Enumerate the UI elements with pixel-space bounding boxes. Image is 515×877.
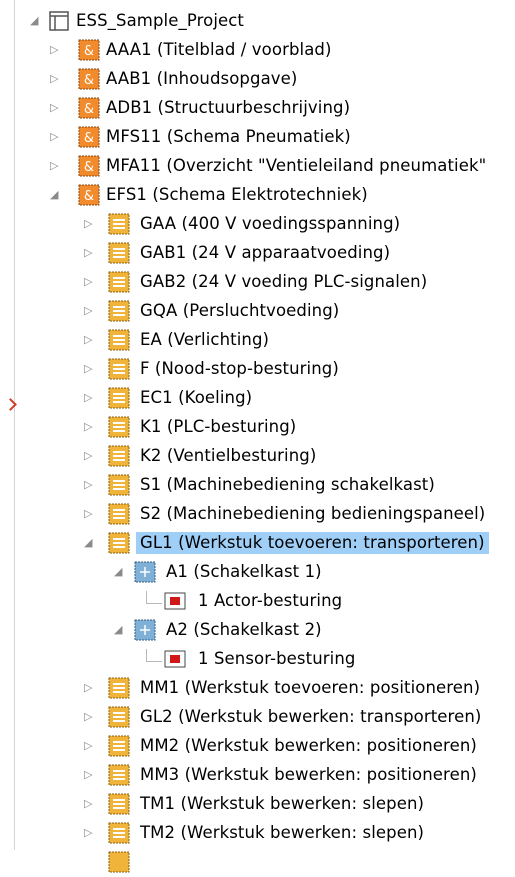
- expand-arrow-icon[interactable]: ▷: [84, 827, 94, 839]
- function-icon: [108, 532, 130, 554]
- function-icon: [108, 416, 130, 438]
- svg-text:&: &: [84, 189, 94, 204]
- tree-item-label: ADB1 (Structuurbeschrijving): [106, 98, 351, 117]
- expand-arrow-icon[interactable]: ▷: [84, 508, 94, 520]
- function-icon: [108, 793, 130, 815]
- expand-arrow-icon[interactable]: ▷: [84, 392, 94, 404]
- tree-item-label: 1 Sensor-besturing: [198, 649, 356, 668]
- tree-item-label: EFS1 (Schema Elektrotechniek): [106, 185, 368, 204]
- project-icon: [49, 11, 69, 31]
- collapse-arrow-icon[interactable]: ◢: [114, 624, 124, 636]
- function-icon: [108, 822, 130, 844]
- expand-arrow-icon[interactable]: ▷: [84, 276, 94, 288]
- function-icon: [108, 242, 130, 264]
- tree-item-label: K2 (Ventielbesturing): [140, 446, 317, 465]
- svg-text:&: &: [84, 73, 94, 88]
- page-icon: &: [78, 39, 100, 61]
- collapse-arrow-icon[interactable]: ◢: [30, 15, 40, 27]
- expand-arrow-icon[interactable]: ▷: [50, 73, 60, 85]
- expand-arrow-icon[interactable]: ▷: [84, 479, 94, 491]
- tree-item-label: AAB1 (Inhoudsopgave): [106, 69, 298, 88]
- tree-item-label: MM2 (Werkstuk bewerken: positioneren): [140, 736, 477, 755]
- tree-item-label: GL1 (Werkstuk toevoeren: transporteren): [136, 532, 489, 554]
- page-icon: &: [78, 184, 100, 206]
- function-icon: [108, 387, 130, 409]
- function-icon: [108, 735, 130, 757]
- page-icon: &: [78, 68, 100, 90]
- function-icon: [108, 445, 130, 467]
- tree-item-label: MM3 (Werkstuk bewerken: positioneren): [140, 765, 477, 784]
- page-icon: &: [78, 155, 100, 177]
- tree-item-label: GAB2 (24 V voeding PLC-signalen): [140, 272, 428, 291]
- tree-item-label: GQA (Persluchtvoeding): [140, 301, 340, 320]
- cabinet-icon: [134, 619, 156, 641]
- expand-arrow-icon[interactable]: ▷: [84, 334, 94, 346]
- expand-arrow-icon[interactable]: ▷: [84, 682, 94, 694]
- expand-arrow-icon[interactable]: ▷: [84, 218, 94, 230]
- tree-item-label: TM1 (Werkstuk bewerken: slepen): [140, 794, 425, 813]
- function-icon: [108, 851, 130, 873]
- expand-arrow-icon[interactable]: ▷: [84, 421, 94, 433]
- svg-text:&: &: [84, 44, 94, 59]
- tree-connector: [146, 603, 162, 604]
- tree-item-label: TM2 (Werkstuk bewerken: slepen): [140, 823, 425, 842]
- cabinet-icon: [134, 561, 156, 583]
- svg-text:&: &: [84, 102, 94, 117]
- function-icon: [108, 213, 130, 235]
- tree-item-label: MFS11 (Schema Pneumatiek): [106, 127, 351, 146]
- function-icon: [108, 329, 130, 351]
- expand-arrow-icon[interactable]: ▷: [84, 798, 94, 810]
- device-icon: [164, 592, 186, 610]
- expand-arrow-icon[interactable]: ▷: [84, 305, 94, 317]
- expand-arrow-icon[interactable]: ▷: [84, 769, 94, 781]
- tree-item-label: A2 (Schakelkast 2): [166, 620, 322, 639]
- expand-arrow-icon[interactable]: ▷: [84, 363, 94, 375]
- function-icon: [108, 271, 130, 293]
- expand-arrow-icon[interactable]: ▷: [84, 711, 94, 723]
- expand-arrow-icon[interactable]: ▷: [50, 102, 60, 114]
- svg-text:&: &: [84, 160, 94, 175]
- left-gutter: [0, 0, 15, 850]
- tree-connector: [146, 661, 162, 662]
- function-icon: [108, 474, 130, 496]
- function-icon: [108, 677, 130, 699]
- expand-arrow-icon[interactable]: ▷: [84, 740, 94, 752]
- expand-arrow-icon[interactable]: ▷: [50, 131, 60, 143]
- tree-item-label: F (Nood-stop-besturing): [140, 359, 339, 378]
- tree-item-label: A1 (Schakelkast 1): [166, 562, 322, 581]
- tree-item-label: EC1 (Koeling): [140, 388, 253, 407]
- expand-arrow-icon[interactable]: ▷: [84, 450, 94, 462]
- tree-item-label: MFA11 (Overzicht "Ventieleiland pneumati…: [106, 156, 487, 175]
- expand-arrow-icon[interactable]: ▷: [50, 44, 60, 56]
- function-icon: [108, 764, 130, 786]
- tree-item-label: S2 (Machinebediening bedieningspaneel): [140, 504, 486, 523]
- function-icon: [108, 358, 130, 380]
- expand-arrow-icon[interactable]: ▷: [84, 247, 94, 259]
- function-icon: [108, 503, 130, 525]
- function-icon: [108, 300, 130, 322]
- page-icon: &: [78, 126, 100, 148]
- collapse-arrow-icon[interactable]: ◢: [84, 537, 94, 549]
- tree-item-label: MM1 (Werkstuk toevoeren: positioneren): [140, 678, 481, 697]
- function-icon: [108, 706, 130, 728]
- collapse-arrow-icon[interactable]: ◢: [50, 189, 60, 201]
- tree-root-label: ESS_Sample_Project: [76, 11, 244, 30]
- svg-text:&: &: [84, 131, 94, 146]
- expand-arrow-icon[interactable]: ▷: [50, 160, 60, 172]
- device-icon: [164, 650, 186, 668]
- tree-item-label: GAA (400 V voedingsspanning): [140, 214, 401, 233]
- tree-item-label: S1 (Machinebediening schakelkast): [140, 475, 435, 494]
- tree-item-label: GAB1 (24 V apparaatvoeding): [140, 243, 391, 262]
- tree-item-label: AAA1 (Titelblad / voorblad): [106, 40, 332, 59]
- collapse-arrow-icon[interactable]: ◢: [114, 566, 124, 578]
- tree-item-label: EA (Verlichting): [140, 330, 270, 349]
- tree-item-label: 1 Actor-besturing: [198, 591, 343, 610]
- tree-item-label: K1 (PLC-besturing): [140, 417, 297, 436]
- tree-item-label: GL2 (Werkstuk bewerken: transporteren): [140, 707, 482, 726]
- page-icon: &: [78, 97, 100, 119]
